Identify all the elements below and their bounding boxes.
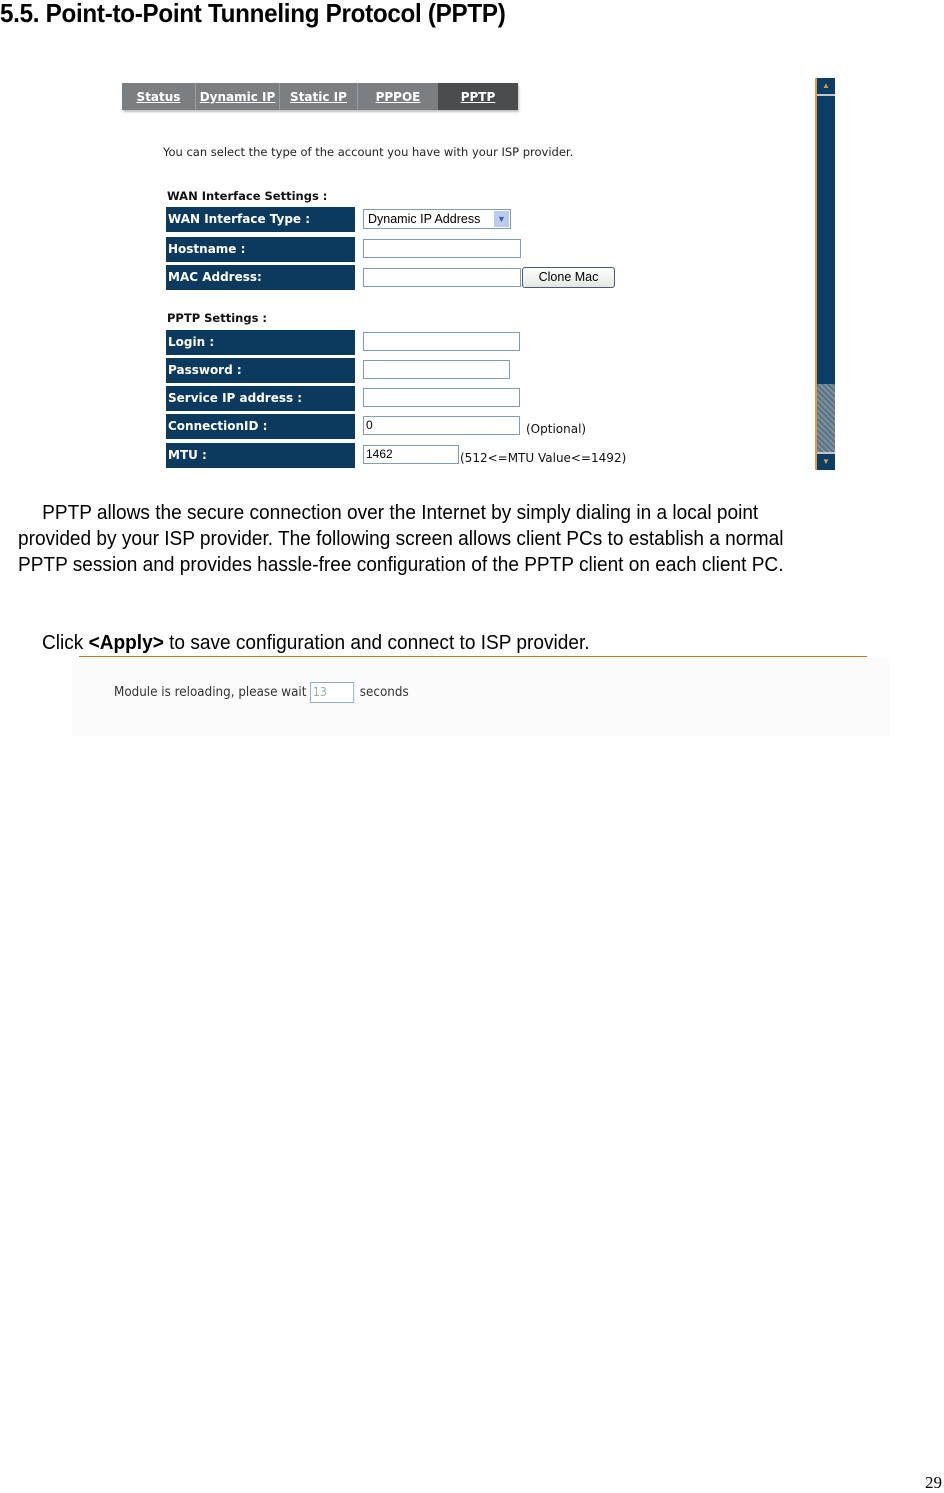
divider <box>79 656 867 657</box>
password-input[interactable] <box>363 360 510 379</box>
connection-id-input[interactable]: 0 <box>363 416 520 435</box>
section-heading: 5.5. Point-to-Point Tunneling Protocol (… <box>0 0 506 28</box>
apply-instruction-suffix: to save configuration and connect to ISP… <box>163 631 590 654</box>
scroll-thumb[interactable] <box>817 384 835 454</box>
description-line-2: provided by your ISP provider. The follo… <box>18 526 944 552</box>
wan-type-select[interactable]: Dynamic IP Address ▼ <box>363 209 511 229</box>
mtu-range-note: (512<=MTU Value<=1492) <box>460 451 627 465</box>
login-label: Login : <box>166 330 355 355</box>
connection-id-note: (Optional) <box>526 422 587 436</box>
mtu-input[interactable]: 1462 <box>363 445 459 464</box>
pptp-section-title: PPTP Settings : <box>167 311 268 325</box>
apply-instruction-prefix: Click <box>42 631 89 654</box>
clone-mac-button[interactable]: Clone Mac <box>522 267 615 288</box>
wan-settings-screenshot: Status Dynamic IP Static IP PPPOE PPTP Y… <box>93 78 835 472</box>
wan-section-title: WAN Interface Settings : <box>167 189 328 203</box>
reload-message: Module is reloading, please wait 13 seco… <box>114 682 409 703</box>
login-input[interactable] <box>363 332 520 351</box>
chevron-down-icon[interactable]: ▼ <box>494 211 509 227</box>
apply-keyword: <Apply> <box>88 631 164 654</box>
description-line-1: PPTP allows the secure connection over t… <box>18 500 944 526</box>
mac-address-input[interactable] <box>363 268 521 287</box>
reload-prefix: Module is reloading, please wait <box>114 685 307 700</box>
mtu-label: MTU : <box>166 443 355 468</box>
intro-text: You can select the type of the account y… <box>163 145 574 159</box>
tab-dynamic-ip[interactable]: Dynamic IP <box>196 83 280 110</box>
service-ip-input[interactable] <box>363 388 520 407</box>
connection-id-label: ConnectionID : <box>166 414 355 439</box>
hostname-label: Hostname : <box>166 237 355 262</box>
description-text-2: provided by your ISP provider. The follo… <box>18 527 784 550</box>
scroll-up-icon[interactable]: ▲ <box>817 78 835 96</box>
hostname-input[interactable] <box>363 239 521 258</box>
countdown-field: 13 <box>310 682 355 703</box>
apply-instruction: Click <Apply> to save configuration and … <box>42 631 590 655</box>
description-text-3: PPTP session and provides hassle-free co… <box>18 553 784 576</box>
description-text-1: PPTP allows the secure connection over t… <box>42 501 759 524</box>
reload-suffix: seconds <box>359 685 409 700</box>
tab-static-ip[interactable]: Static IP <box>280 83 358 110</box>
tab-pppoe[interactable]: PPPOE <box>358 83 438 110</box>
tab-status[interactable]: Status <box>122 83 196 110</box>
vertical-scrollbar[interactable]: ▲ ▼ <box>815 78 835 470</box>
description-line-3: PPTP session and provides hassle-free co… <box>18 552 944 578</box>
tab-pptp[interactable]: PPTP <box>438 83 518 110</box>
page-number: 29 <box>925 1473 942 1492</box>
password-label: Password : <box>166 358 355 383</box>
wan-type-label: WAN Interface Type : <box>166 207 355 232</box>
scroll-down-icon[interactable]: ▼ <box>817 452 835 470</box>
mac-address-label: MAC Address: <box>166 265 355 290</box>
wan-type-value: Dynamic IP Address <box>368 212 481 226</box>
service-ip-label: Service IP address : <box>166 386 355 411</box>
tab-bar: Status Dynamic IP Static IP PPPOE PPTP <box>122 83 518 110</box>
reload-screenshot: Module is reloading, please wait 13 seco… <box>72 658 889 736</box>
